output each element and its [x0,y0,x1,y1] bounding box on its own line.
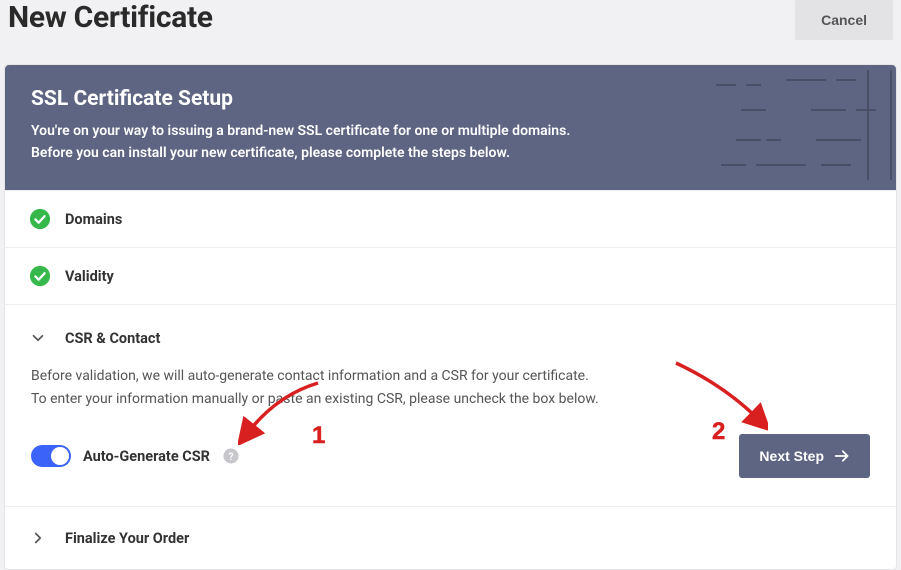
banner: SSL Certificate Setup You're on your way… [5,65,896,190]
auto-generate-csr-toggle[interactable] [31,445,71,467]
arrow-right-icon [834,449,850,463]
chevron-right-icon [29,529,47,547]
csr-description: Before validation, we will auto-generate… [31,365,870,410]
check-circle-icon [29,208,51,230]
csr-desc-line2: To enter your information manually or pa… [31,391,599,407]
help-icon[interactable]: ? [222,447,240,465]
svg-text:?: ? [228,450,233,463]
step-domains-label: Domains [65,211,122,228]
next-step-label: Next Step [759,448,824,464]
step-validity-label: Validity [65,268,114,285]
setup-card: SSL Certificate Setup You're on your way… [4,64,897,570]
banner-decoration [706,65,896,185]
step-csr-label: CSR & Contact [65,330,160,347]
banner-line2: Before you can install your new certific… [31,145,510,161]
step-finalize-label: Finalize Your Order [65,530,189,547]
step-csr-header[interactable]: CSR & Contact [5,304,896,365]
chevron-down-icon [29,329,47,347]
step-validity[interactable]: Validity [5,247,896,304]
next-step-button[interactable]: Next Step [739,434,870,478]
csr-body: Before validation, we will auto-generate… [5,365,896,506]
cancel-button[interactable]: Cancel [795,0,893,40]
banner-line1: You're on your way to issuing a brand-ne… [31,123,570,139]
auto-generate-csr-label: Auto-Generate CSR [83,448,210,465]
csr-desc-line1: Before validation, we will auto-generate… [31,368,589,384]
check-circle-icon [29,265,51,287]
page-title: New Certificate [8,0,213,35]
step-finalize[interactable]: Finalize Your Order [5,506,896,569]
step-domains[interactable]: Domains [5,190,896,247]
